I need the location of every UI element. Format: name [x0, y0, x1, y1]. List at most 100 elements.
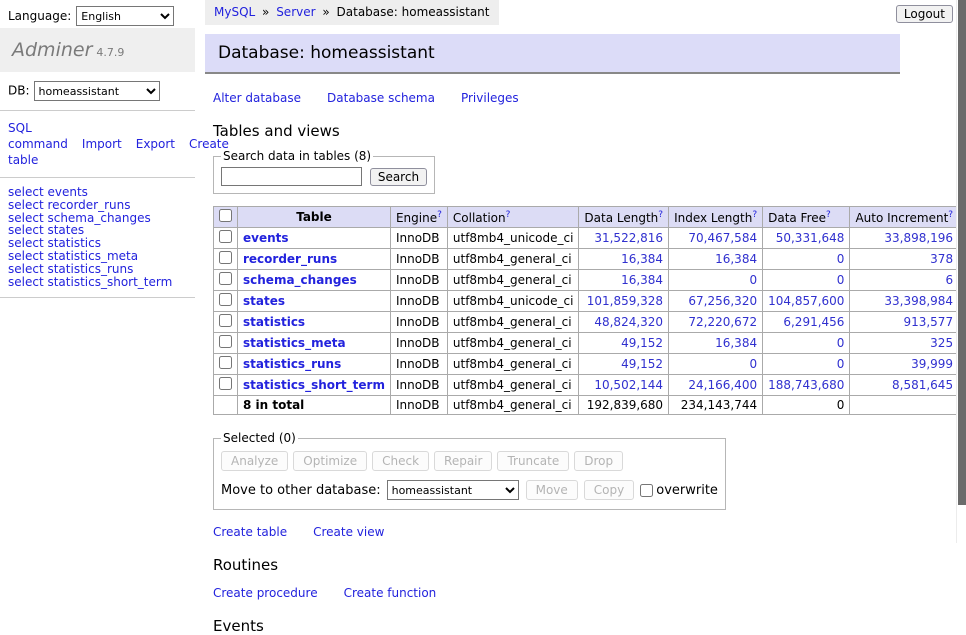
table-link-statistics[interactable]: statistics: [243, 315, 305, 329]
table-link-statistics_meta[interactable]: statistics_meta: [243, 336, 346, 350]
index-length-cell-link[interactable]: 16,384: [715, 336, 757, 350]
auto-increment-cell-link[interactable]: 913,577: [903, 315, 953, 329]
link-privileges[interactable]: Privileges: [461, 91, 519, 105]
auto-increment-cell-link[interactable]: 33,898,196: [884, 231, 953, 245]
sidebar-item-events[interactable]: select events: [8, 186, 187, 199]
data-free-cell-link[interactable]: 188,743,680: [768, 378, 844, 392]
help-link[interactable]: ?: [948, 210, 953, 220]
move-button[interactable]: Move: [526, 480, 578, 500]
link-create-function[interactable]: Create function: [344, 586, 437, 600]
truncate-button[interactable]: Truncate: [497, 451, 569, 471]
auto-increment-cell-link[interactable]: 39,999: [911, 357, 953, 371]
search-input[interactable]: [221, 167, 362, 186]
data-length-cell-link[interactable]: 16,384: [621, 273, 663, 287]
overwrite-checkbox[interactable]: [640, 484, 653, 497]
data-free-cell-link[interactable]: 50,331,648: [776, 231, 845, 245]
index-length-cell-link[interactable]: 72,220,672: [688, 315, 757, 329]
drop-button[interactable]: Drop: [574, 451, 623, 471]
row-checkbox[interactable]: [219, 377, 232, 390]
table-link-states[interactable]: states: [243, 294, 285, 308]
link-create-procedure[interactable]: Create procedure: [213, 586, 318, 600]
repair-button[interactable]: Repair: [434, 451, 492, 471]
search-button[interactable]: Search: [370, 168, 427, 186]
sidebar-link-sql-command[interactable]: SQL command: [8, 121, 68, 151]
app-version: 4.7.9: [96, 46, 124, 59]
language-select[interactable]: English: [76, 6, 174, 26]
table-link-schema_changes[interactable]: schema_changes: [243, 273, 357, 287]
help-link[interactable]: ?: [506, 210, 511, 220]
index-length-cell: 67,256,320: [669, 291, 763, 312]
sidebar-item-statistics_short_term[interactable]: select statistics_short_term: [8, 276, 187, 289]
help-link[interactable]: ?: [752, 210, 757, 220]
data-free-cell-link[interactable]: 0: [837, 336, 845, 350]
breadcrumb-link-server[interactable]: Server: [276, 5, 315, 19]
select-all-checkbox[interactable]: [219, 209, 232, 222]
sidebar-item-recorder_runs[interactable]: select recorder_runs: [8, 199, 187, 212]
index-length-cell-link[interactable]: 0: [749, 273, 757, 287]
data-length-cell-link[interactable]: 10,502,144: [594, 378, 663, 392]
sidebar-link-export[interactable]: Export: [136, 137, 175, 151]
auto-increment-cell-link[interactable]: 378: [930, 252, 953, 266]
search-fieldset: Search data in tables (8) Search: [213, 149, 435, 194]
index-length-cell-link[interactable]: 70,467,584: [688, 231, 757, 245]
index-length-cell-link[interactable]: 67,256,320: [688, 294, 757, 308]
analyze-button[interactable]: Analyze: [221, 451, 288, 471]
table-link-statistics_runs[interactable]: statistics_runs: [243, 357, 341, 371]
link-database-schema[interactable]: Database schema: [327, 91, 435, 105]
scrollbar-thumb[interactable]: [958, 0, 966, 505]
data-free-cell: 0: [763, 333, 850, 354]
sidebar-item-statistics_meta[interactable]: select statistics_meta: [8, 250, 187, 263]
row-checkbox[interactable]: [219, 251, 232, 264]
help-link[interactable]: ?: [437, 210, 442, 220]
db-label: DB:: [8, 84, 30, 98]
data-length-cell-link[interactable]: 16,384: [621, 252, 663, 266]
data-free-cell-link[interactable]: 0: [837, 273, 845, 287]
index-length-cell-link[interactable]: 16,384: [715, 252, 757, 266]
copy-button[interactable]: Copy: [584, 480, 634, 500]
data-free-cell-link[interactable]: 104,857,600: [768, 294, 844, 308]
data-length-cell-link[interactable]: 31,522,816: [594, 231, 663, 245]
sidebar: Adminer4.7.9 DB:homeassistant SQL comman…: [0, 28, 195, 298]
sidebar-link-import[interactable]: Import: [82, 137, 122, 151]
data-free-cell-link[interactable]: 6,291,456: [783, 315, 844, 329]
language-label: Language:: [8, 9, 71, 23]
breadcrumb-link-mysql[interactable]: MySQL: [214, 5, 255, 19]
optimize-button[interactable]: Optimize: [293, 451, 367, 471]
auto-increment-cell-link[interactable]: 33,398,984: [884, 294, 953, 308]
row-checkbox-cell: [214, 375, 238, 396]
data-length-cell-link[interactable]: 48,824,320: [594, 315, 663, 329]
link-alter-database[interactable]: Alter database: [213, 91, 301, 105]
logout-button[interactable]: Logout: [896, 5, 953, 23]
row-checkbox[interactable]: [219, 293, 232, 306]
link-create-table[interactable]: Create table: [213, 525, 287, 539]
data-free-cell: 0: [763, 270, 850, 291]
data-length-cell-link[interactable]: 49,152: [621, 336, 663, 350]
help-link[interactable]: ?: [826, 210, 831, 220]
auto-increment-cell-link[interactable]: 325: [930, 336, 953, 350]
data-length-cell-link[interactable]: 101,859,328: [587, 294, 663, 308]
table-row: eventsInnoDButf8mb4_unicode_ci31,522,816…: [214, 228, 966, 249]
row-checkbox[interactable]: [219, 335, 232, 348]
auto-increment-cell-link[interactable]: 6: [945, 273, 953, 287]
row-checkbox[interactable]: [219, 230, 232, 243]
index-length-cell-link[interactable]: 0: [749, 357, 757, 371]
sidebar-item-statistics_runs[interactable]: select statistics_runs: [8, 263, 187, 276]
index-length-cell-link[interactable]: 24,166,400: [688, 378, 757, 392]
events-heading: Events: [213, 617, 902, 635]
row-checkbox[interactable]: [219, 314, 232, 327]
data-free-cell-link[interactable]: 0: [837, 357, 845, 371]
row-checkbox[interactable]: [219, 272, 232, 285]
row-checkbox[interactable]: [219, 356, 232, 369]
move-db-select[interactable]: homeassistant: [387, 480, 519, 500]
table-link-statistics_short_term[interactable]: statistics_short_term: [243, 378, 385, 392]
table-link-recorder_runs[interactable]: recorder_runs: [243, 252, 337, 266]
auto-increment-cell-link[interactable]: 8,581,645: [892, 378, 953, 392]
scrollbar[interactable]: [956, 0, 966, 543]
db-select[interactable]: homeassistant: [34, 81, 160, 101]
check-button[interactable]: Check: [372, 451, 429, 471]
link-create-view[interactable]: Create view: [313, 525, 384, 539]
data-free-cell-link[interactable]: 0: [837, 252, 845, 266]
help-link[interactable]: ?: [658, 210, 663, 220]
table-link-events[interactable]: events: [243, 231, 289, 245]
data-length-cell-link[interactable]: 49,152: [621, 357, 663, 371]
